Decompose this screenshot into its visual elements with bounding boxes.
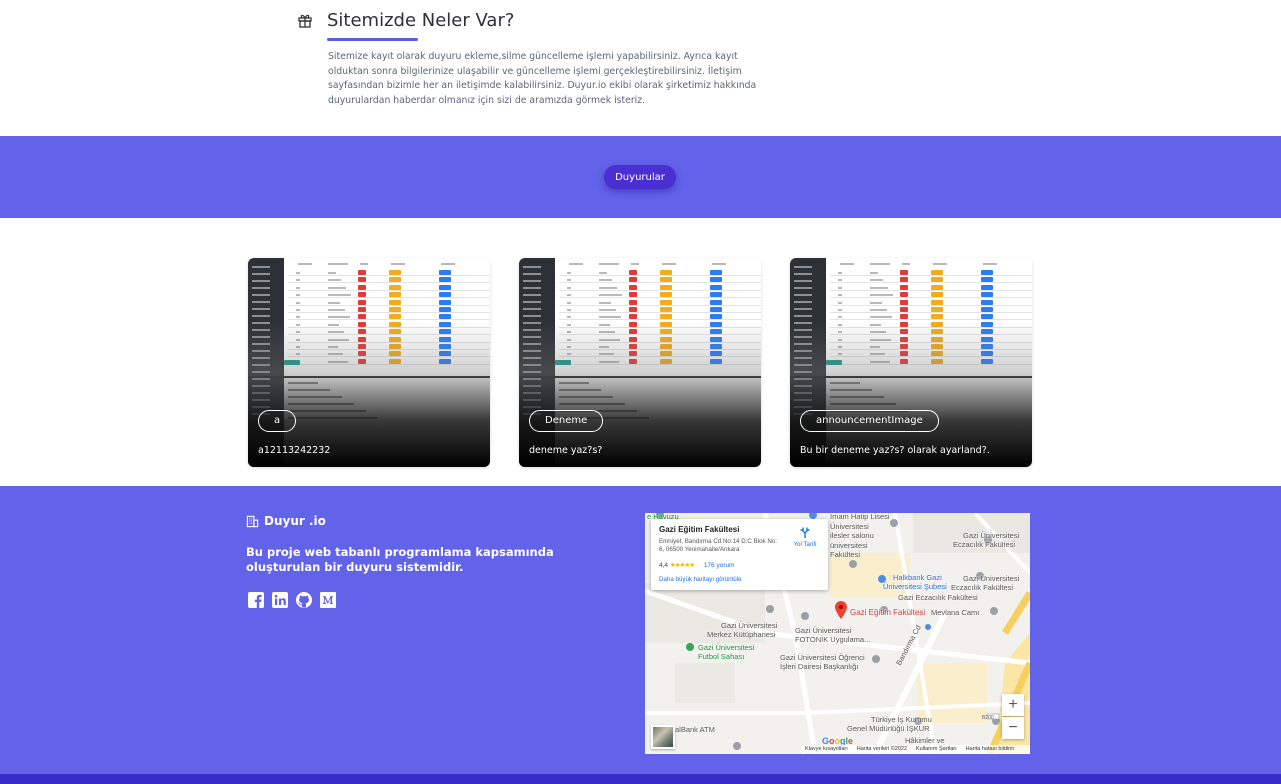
cards-section: a a12113242232 Deneme deneme yaz?s? anno…: [0, 218, 1281, 486]
card-description: a12113242232: [258, 445, 331, 456]
brand-name: Duyur .io: [264, 514, 326, 528]
place-title: Gazi Eğitim Fakültesi: [659, 525, 740, 534]
zoom-in-button[interactable]: +: [1002, 694, 1024, 716]
reviews-link[interactable]: 176 yorum: [704, 562, 735, 569]
map-label: Fakültesi: [830, 550, 861, 559]
map-label: İmam Hatip Lisesi: [830, 513, 890, 521]
card-tag[interactable]: announcementImage: [800, 410, 939, 432]
facebook-icon[interactable]: [247, 591, 265, 609]
directions-label: Yol Tarifi: [793, 541, 817, 548]
location-pin-icon[interactable]: [835, 601, 847, 619]
map-embed[interactable]: e Havuzu İmam Hatip Lisesi Üniversitesi …: [645, 513, 1030, 754]
announcement-card[interactable]: announcementImage Bu bir deneme yaz?s? o…: [790, 258, 1032, 467]
report-error-link[interactable]: Harita hatası bildirin: [966, 745, 1015, 754]
directions-button[interactable]: Yol Tarifi: [789, 527, 821, 548]
map-label: Merkez Kütüphanesi: [707, 630, 776, 639]
announcements-band: Duyurular: [0, 136, 1281, 218]
rating-value: 4,4: [659, 562, 669, 569]
announcement-card[interactable]: Deneme deneme yaz?s?: [519, 258, 761, 467]
map-label: üniversitesi: [830, 541, 868, 550]
about-section: Sitemizde Neler Var? Sitemize kayıt olar…: [0, 0, 1281, 136]
card-tag[interactable]: Deneme: [529, 410, 604, 432]
place-rating: 4,4 ★★★★★ 176 yorum: [659, 561, 735, 569]
larger-map-link[interactable]: Daha büyük haritayı görüntüle: [659, 576, 742, 583]
map-label: alBank ATM: [675, 725, 715, 734]
map-attribution: Klavye kısayolları Harita verileri ©2022…: [801, 745, 1030, 754]
footer-description: Bu proje web tabanlı programlama kapsamı…: [246, 545, 554, 574]
map-label: Genel Müdürlüğü İŞKUR: [847, 724, 930, 733]
medium-icon[interactable]: [319, 591, 337, 609]
building-icon: [246, 515, 259, 527]
about-text: Sitemize kayıt olarak duyuru ekleme,silm…: [328, 51, 757, 106]
map-label: Hâkimler ve: [905, 736, 945, 745]
road-shield: B200: [982, 715, 994, 721]
footer-brand: Duyur .io: [246, 514, 326, 528]
map-label: Gazi Üniversitesi: [963, 574, 1020, 583]
map-label: Halkbank Gazi: [893, 573, 942, 582]
map-label: Eczacılık Fakültesi: [953, 540, 1016, 549]
map-label: Mevlana Camı: [931, 608, 980, 617]
map-label: Gazi Üniversitesi Öğrenci: [780, 653, 865, 662]
keyboard-shortcuts-link[interactable]: Klavye kısayolları: [805, 745, 848, 754]
map-label: Eczacılık Fakültesi: [951, 583, 1014, 592]
map-data-text: Harita verileri ©2022: [856, 746, 908, 752]
star-icon: ★★★★★: [669, 562, 695, 569]
map-label: Gazi Üniversitesi: [721, 621, 778, 630]
satellite-toggle[interactable]: [651, 725, 675, 749]
announcements-button[interactable]: Duyurular: [604, 165, 676, 189]
map-label: Gazi Üniversitesi: [698, 643, 755, 652]
place-card: Gazi Eğitim Fakültesi Emniyet, Bandırma …: [651, 519, 828, 590]
map-label: Futbol Sahası: [698, 652, 745, 661]
place-address: Emniyet, Bandırma Cd No:14 D:C Blok No: …: [659, 538, 777, 553]
terms-link[interactable]: Kullanım Şartları: [916, 745, 957, 754]
map-label: Gazi Eğitim Fakültesi: [850, 608, 926, 617]
map-label: ilesler salonu: [830, 531, 874, 540]
map-label: Gazi Üniversitesi: [963, 531, 1020, 540]
card-tag[interactable]: a: [258, 410, 297, 432]
github-icon[interactable]: [295, 591, 313, 609]
footer: Duyur .io Bu proje web tabanlı programla…: [0, 486, 1281, 774]
card-description: deneme yaz?s?: [529, 445, 603, 456]
zoom-out-button[interactable]: −: [1002, 717, 1024, 739]
map-label: Gazi Eczacılık Fakültesi: [898, 593, 978, 602]
announcement-card[interactable]: a a12113242232: [248, 258, 490, 467]
map-label: İşleri Dairesi Başkanlığı: [780, 662, 859, 671]
linkedin-icon[interactable]: [271, 591, 289, 609]
map-label: Gazi Üniversitesi: [795, 626, 852, 635]
title-underline: [327, 38, 418, 41]
map-label: FOTONİK Uygulama...: [795, 635, 871, 644]
social-links: [247, 591, 337, 609]
bottom-bar: [0, 774, 1281, 784]
card-description: Bu bir deneme yaz?s? olarak ayarland?.: [800, 445, 990, 456]
about-title: Sitemizde Neler Var?: [327, 10, 515, 31]
gift-icon: [298, 14, 312, 28]
directions-icon: [800, 527, 810, 538]
map-label: Türkiye İş Kurumu: [871, 715, 932, 724]
map-label: Üniversitesi: [830, 522, 869, 531]
map-label: Üniversitesi Şubesi: [883, 582, 947, 591]
